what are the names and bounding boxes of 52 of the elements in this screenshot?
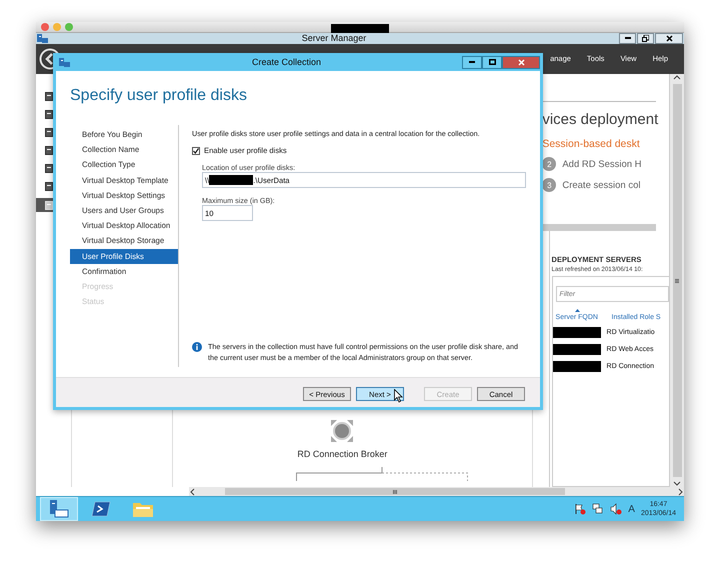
scroll-down-icon[interactable] xyxy=(673,479,682,487)
redaction-bar xyxy=(552,344,601,355)
redaction-bar xyxy=(552,327,601,338)
flag-icon[interactable] xyxy=(574,503,586,515)
restore-icon xyxy=(642,34,649,42)
server-node-icon[interactable] xyxy=(330,419,354,443)
sort-icon xyxy=(574,309,580,312)
scroll-left-icon[interactable] xyxy=(189,488,197,496)
window-title: Server Manager xyxy=(300,33,368,44)
scroll-up-icon[interactable] xyxy=(673,74,682,82)
minimize-icon xyxy=(624,37,630,40)
step-link[interactable]: Add RD Session H xyxy=(562,158,642,170)
scroll-thumb[interactable] xyxy=(672,84,682,477)
minimize-button[interactable] xyxy=(462,56,482,68)
redaction-bar xyxy=(331,24,389,34)
minimize-icon xyxy=(469,61,475,63)
maximize-button[interactable] xyxy=(482,56,502,68)
node-label: RD Connection Broker xyxy=(297,449,388,459)
check-icon xyxy=(193,148,199,154)
terminal-icon xyxy=(91,501,111,517)
close-button[interactable] xyxy=(655,32,683,44)
server-icon xyxy=(58,56,71,68)
step-link[interactable]: Create session col xyxy=(562,180,640,190)
page-heading: vices deployment xyxy=(542,111,656,128)
horizontal-scrollbar[interactable] xyxy=(189,487,684,496)
mouse-pointer-icon xyxy=(394,388,403,402)
scroll-thumb[interactable] xyxy=(225,488,565,495)
vertical-scrollbar[interactable] xyxy=(669,74,684,487)
redaction-bar xyxy=(552,361,601,372)
maximize-icon xyxy=(488,59,496,65)
step-number: 3 xyxy=(542,178,556,192)
speaker-muted-icon[interactable] xyxy=(610,503,622,515)
folder-icon xyxy=(132,500,154,518)
close-icon xyxy=(518,58,524,66)
server-icon xyxy=(48,499,70,519)
network-icon[interactable] xyxy=(592,503,604,515)
grip-icon xyxy=(675,278,680,282)
restore-button[interactable] xyxy=(637,32,654,44)
taskbar-button[interactable] xyxy=(40,497,78,521)
minimize-button[interactable] xyxy=(619,32,636,44)
scroll-right-icon[interactable] xyxy=(676,488,684,496)
input-indicator[interactable]: A xyxy=(628,504,635,514)
grip-icon xyxy=(393,490,397,494)
close-icon xyxy=(666,34,672,42)
server-icon xyxy=(36,32,49,44)
redaction-bar xyxy=(209,175,254,185)
dialog-title: Create Collection xyxy=(250,57,322,67)
checkbox[interactable] xyxy=(192,146,200,154)
dialog-heading: Specify user profile disks xyxy=(69,86,248,106)
step-number: 2 xyxy=(542,157,556,171)
section-heading: Session-based deskt xyxy=(542,138,641,150)
info-icon xyxy=(192,342,202,352)
